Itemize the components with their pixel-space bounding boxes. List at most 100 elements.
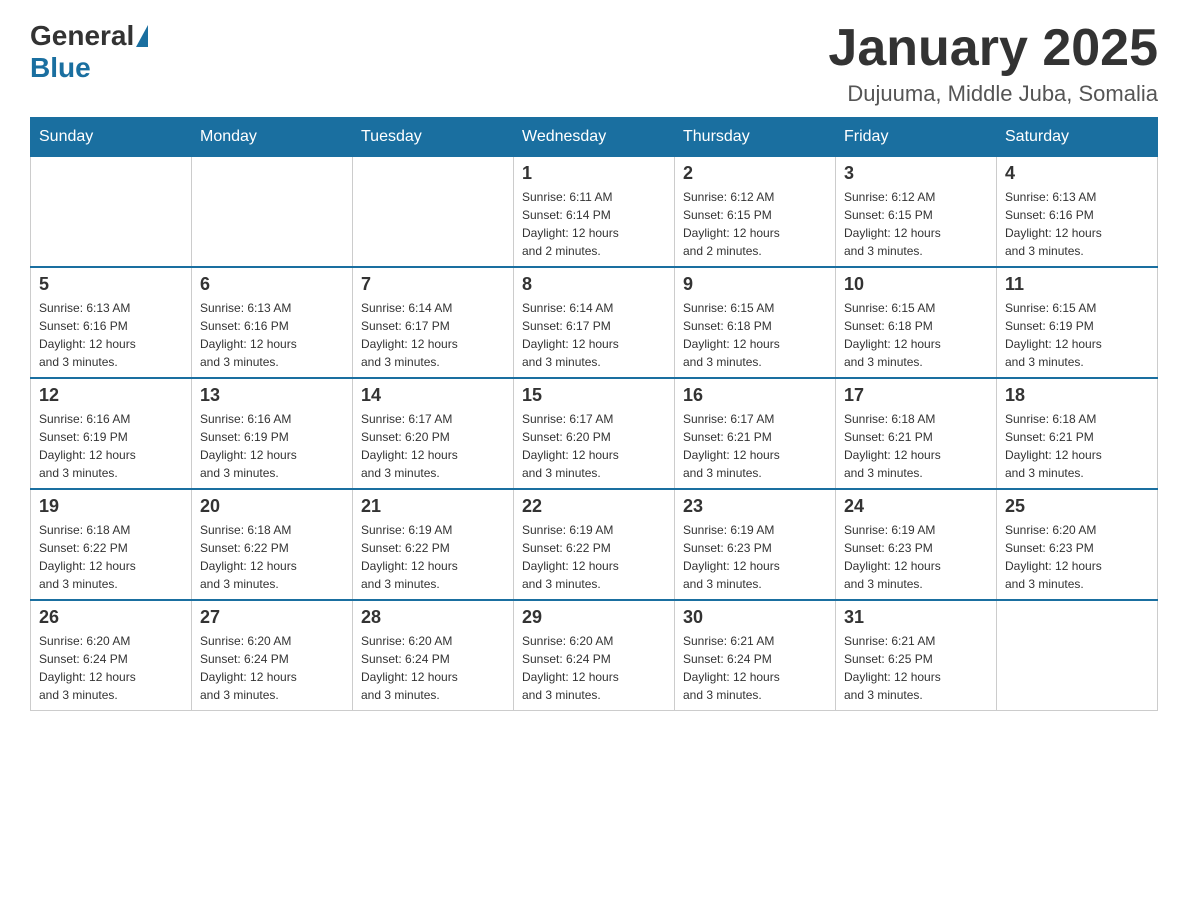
table-row: 20Sunrise: 6:18 AM Sunset: 6:22 PM Dayli… (192, 489, 353, 600)
day-number: 21 (361, 496, 505, 517)
table-row: 5 Sunrise: 6:13 AM Sunset: 6:16 PM Daylig… (31, 267, 192, 378)
calendar-week-row: 5 Sunrise: 6:13 AM Sunset: 6:16 PM Daylig… (31, 267, 1158, 378)
day-info: Sunrise: 6:18 AM Sunset: 6:22 PM Dayligh… (200, 521, 344, 593)
table-row: 13 Sunrise: 6:16 AM Sunset: 6:19 PM Dayli… (192, 378, 353, 489)
day-info: Sunrise: 6:18 AM Sunset: 6:22 PM Dayligh… (39, 521, 183, 593)
day-info: Sunrise: 6:11 AM Sunset: 6:14 PM Dayligh… (522, 188, 666, 260)
day-info: Sunrise: 6:16 AM Sunset: 6:19 PM Dayligh… (39, 410, 183, 482)
day-number: 10 (844, 274, 988, 295)
day-number: 17 (844, 385, 988, 406)
day-info: Sunrise: 6:14 AM Sunset: 6:17 PM Dayligh… (522, 299, 666, 371)
day-number: 1 (522, 163, 666, 184)
day-info: Sunrise: 6:16 AM Sunset: 6:19 PM Dayligh… (200, 410, 344, 482)
table-row: 29Sunrise: 6:20 AM Sunset: 6:24 PM Dayli… (514, 600, 675, 711)
table-row (31, 157, 192, 268)
table-row: 26 Sunrise: 6:20 AM Sunset: 6:24 PM Dayli… (31, 600, 192, 711)
day-info: Sunrise: 6:15 AM Sunset: 6:18 PM Dayligh… (844, 299, 988, 371)
weekday-header-row: Sunday Monday Tuesday Wednesday Thursday… (31, 118, 1158, 157)
day-number: 11 (1005, 274, 1149, 295)
day-number: 3 (844, 163, 988, 184)
table-row: 16 Sunrise: 6:17 AM Sunset: 6:21 PM Dayli… (675, 378, 836, 489)
calendar-week-row: 19 Sunrise: 6:18 AM Sunset: 6:22 PM Dayli… (31, 489, 1158, 600)
title-section: January 2025 Dujuuma, Middle Juba, Somal… (828, 20, 1158, 107)
day-number: 19 (39, 496, 183, 517)
day-number: 31 (844, 607, 988, 628)
table-row: 12 Sunrise: 6:16 AM Sunset: 6:19 PM Dayli… (31, 378, 192, 489)
day-info: Sunrise: 6:19 AM Sunset: 6:22 PM Dayligh… (522, 521, 666, 593)
day-info: Sunrise: 6:17 AM Sunset: 6:21 PM Dayligh… (683, 410, 827, 482)
day-number: 8 (522, 274, 666, 295)
header-wednesday: Wednesday (514, 118, 675, 157)
location: Dujuuma, Middle Juba, Somalia (828, 81, 1158, 107)
calendar-table: Sunday Monday Tuesday Wednesday Thursday… (30, 117, 1158, 711)
table-row (192, 157, 353, 268)
day-info: Sunrise: 6:21 AM Sunset: 6:25 PM Dayligh… (844, 632, 988, 704)
header-tuesday: Tuesday (353, 118, 514, 157)
table-row: 8 Sunrise: 6:14 AM Sunset: 6:17 PM Daylig… (514, 267, 675, 378)
table-row: 19 Sunrise: 6:18 AM Sunset: 6:22 PM Dayli… (31, 489, 192, 600)
day-info: Sunrise: 6:19 AM Sunset: 6:23 PM Dayligh… (844, 521, 988, 593)
day-number: 9 (683, 274, 827, 295)
logo-triangle-icon (136, 25, 148, 47)
day-info: Sunrise: 6:13 AM Sunset: 6:16 PM Dayligh… (39, 299, 183, 371)
day-info: Sunrise: 6:14 AM Sunset: 6:17 PM Dayligh… (361, 299, 505, 371)
day-info: Sunrise: 6:17 AM Sunset: 6:20 PM Dayligh… (361, 410, 505, 482)
header-saturday: Saturday (997, 118, 1158, 157)
table-row (353, 157, 514, 268)
day-info: Sunrise: 6:20 AM Sunset: 6:23 PM Dayligh… (1005, 521, 1149, 593)
day-number: 4 (1005, 163, 1149, 184)
header-thursday: Thursday (675, 118, 836, 157)
table-row: 3 Sunrise: 6:12 AM Sunset: 6:15 PM Daylig… (836, 157, 997, 268)
day-number: 22 (522, 496, 666, 517)
table-row: 9 Sunrise: 6:15 AM Sunset: 6:18 PM Daylig… (675, 267, 836, 378)
day-number: 16 (683, 385, 827, 406)
table-row: 2 Sunrise: 6:12 AM Sunset: 6:15 PM Daylig… (675, 157, 836, 268)
table-row: 1 Sunrise: 6:11 AM Sunset: 6:14 PM Daylig… (514, 157, 675, 268)
table-row: 17 Sunrise: 6:18 AM Sunset: 6:21 PM Dayli… (836, 378, 997, 489)
day-number: 13 (200, 385, 344, 406)
table-row: 15 Sunrise: 6:17 AM Sunset: 6:20 PM Dayli… (514, 378, 675, 489)
calendar-week-row: 12 Sunrise: 6:16 AM Sunset: 6:19 PM Dayli… (31, 378, 1158, 489)
day-info: Sunrise: 6:12 AM Sunset: 6:15 PM Dayligh… (683, 188, 827, 260)
day-info: Sunrise: 6:13 AM Sunset: 6:16 PM Dayligh… (1005, 188, 1149, 260)
day-number: 30 (683, 607, 827, 628)
day-number: 12 (39, 385, 183, 406)
day-number: 2 (683, 163, 827, 184)
header-friday: Friday (836, 118, 997, 157)
table-row: 23 Sunrise: 6:19 AM Sunset: 6:23 PM Dayli… (675, 489, 836, 600)
table-row: 21 Sunrise: 6:19 AM Sunset: 6:22 PM Dayli… (353, 489, 514, 600)
day-info: Sunrise: 6:20 AM Sunset: 6:24 PM Dayligh… (39, 632, 183, 704)
day-number: 15 (522, 385, 666, 406)
day-number: 14 (361, 385, 505, 406)
table-row: 11 Sunrise: 6:15 AM Sunset: 6:19 PM Dayli… (997, 267, 1158, 378)
day-number: 26 (39, 607, 183, 628)
day-number: 27 (200, 607, 344, 628)
table-row: 10 Sunrise: 6:15 AM Sunset: 6:18 PM Dayli… (836, 267, 997, 378)
table-row: 18 Sunrise: 6:18 AM Sunset: 6:21 PM Dayli… (997, 378, 1158, 489)
day-info: Sunrise: 6:19 AM Sunset: 6:22 PM Dayligh… (361, 521, 505, 593)
logo-general-text: General (30, 20, 134, 52)
day-number: 18 (1005, 385, 1149, 406)
day-info: Sunrise: 6:13 AM Sunset: 6:16 PM Dayligh… (200, 299, 344, 371)
day-info: Sunrise: 6:17 AM Sunset: 6:20 PM Dayligh… (522, 410, 666, 482)
table-row: 27Sunrise: 6:20 AM Sunset: 6:24 PM Dayli… (192, 600, 353, 711)
table-row: 4 Sunrise: 6:13 AM Sunset: 6:16 PM Daylig… (997, 157, 1158, 268)
day-info: Sunrise: 6:15 AM Sunset: 6:19 PM Dayligh… (1005, 299, 1149, 371)
day-info: Sunrise: 6:19 AM Sunset: 6:23 PM Dayligh… (683, 521, 827, 593)
day-number: 23 (683, 496, 827, 517)
day-number: 24 (844, 496, 988, 517)
table-row: 24 Sunrise: 6:19 AM Sunset: 6:23 PM Dayli… (836, 489, 997, 600)
day-number: 25 (1005, 496, 1149, 517)
day-number: 7 (361, 274, 505, 295)
day-number: 5 (39, 274, 183, 295)
day-info: Sunrise: 6:18 AM Sunset: 6:21 PM Dayligh… (1005, 410, 1149, 482)
table-row: 7 Sunrise: 6:14 AM Sunset: 6:17 PM Daylig… (353, 267, 514, 378)
table-row (997, 600, 1158, 711)
day-info: Sunrise: 6:18 AM Sunset: 6:21 PM Dayligh… (844, 410, 988, 482)
day-info: Sunrise: 6:12 AM Sunset: 6:15 PM Dayligh… (844, 188, 988, 260)
day-info: Sunrise: 6:15 AM Sunset: 6:18 PM Dayligh… (683, 299, 827, 371)
page-header: General Blue January 2025 Dujuuma, Middl… (30, 20, 1158, 107)
month-title: January 2025 (828, 20, 1158, 77)
day-info: Sunrise: 6:21 AM Sunset: 6:24 PM Dayligh… (683, 632, 827, 704)
calendar-week-row: 26 Sunrise: 6:20 AM Sunset: 6:24 PM Dayli… (31, 600, 1158, 711)
